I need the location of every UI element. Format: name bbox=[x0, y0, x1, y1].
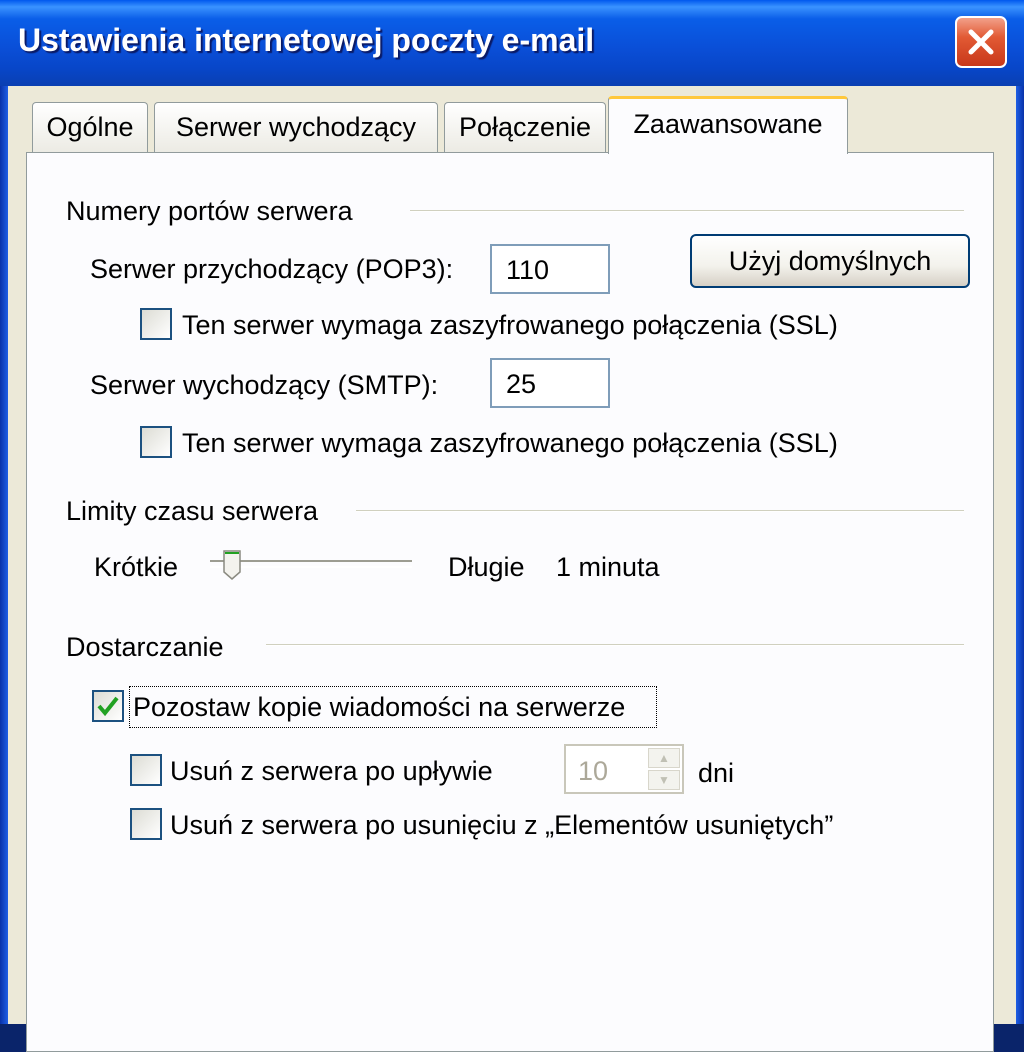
leave-copy-label[interactable]: Pozostaw kopie wiadomości na serwerze bbox=[133, 692, 625, 723]
tab-connection[interactable]: Połączenie bbox=[444, 102, 606, 152]
spin-up-icon[interactable]: ▲ bbox=[648, 748, 680, 768]
remove-after-label[interactable]: Usuń z serwera po upływie bbox=[170, 756, 493, 787]
spinner-buttons: ▲ ▼ bbox=[648, 748, 680, 790]
timeouts-section-title: Limity czasu serwera bbox=[66, 496, 319, 526]
delivery-section-title: Dostarczanie bbox=[66, 632, 224, 662]
remove-after-checkbox[interactable] bbox=[130, 754, 162, 786]
timeout-slider-thumb[interactable] bbox=[222, 550, 242, 580]
incoming-ssl-checkbox[interactable] bbox=[140, 308, 172, 340]
days-unit-label: dni bbox=[698, 758, 735, 788]
use-defaults-button[interactable]: Użyj domyślnych bbox=[690, 234, 970, 288]
ports-section-title: Numery portów serwera bbox=[66, 196, 353, 226]
close-icon bbox=[968, 29, 994, 55]
spin-down-icon[interactable]: ▼ bbox=[648, 770, 680, 790]
days-spinner-value[interactable]: 10 bbox=[578, 756, 608, 787]
dialog-window: Ustawienia internetowej poczty e-mail Og… bbox=[0, 0, 1024, 1052]
timeout-value-label: 1 minuta bbox=[556, 552, 660, 582]
slider-long-label: Długie bbox=[448, 552, 525, 582]
window-frame-right bbox=[1016, 86, 1024, 1024]
window-frame-left bbox=[0, 86, 8, 1024]
title-bar[interactable]: Ustawienia internetowej poczty e-mail bbox=[0, 0, 1024, 86]
check-mark-icon bbox=[97, 696, 119, 717]
delivery-section-divider bbox=[266, 644, 964, 646]
days-spinner[interactable]: 10 ▲ ▼ bbox=[564, 744, 684, 794]
outgoing-port-input[interactable]: 25 bbox=[490, 358, 610, 408]
outgoing-port-label: Serwer wychodzący (SMTP): bbox=[90, 370, 439, 400]
ports-section-divider bbox=[410, 210, 964, 212]
incoming-port-input[interactable]: 110 bbox=[490, 244, 610, 294]
slider-short-label: Krótkie bbox=[94, 552, 179, 582]
incoming-ssl-label[interactable]: Ten serwer wymaga zaszyfrowanego połącze… bbox=[182, 310, 838, 341]
tab-general[interactable]: Ogólne bbox=[32, 102, 148, 152]
window-title: Ustawienia internetowej poczty e-mail bbox=[18, 22, 595, 58]
incoming-port-label: Serwer przychodzący (POP3): bbox=[90, 254, 454, 284]
outgoing-ssl-checkbox[interactable] bbox=[140, 426, 172, 458]
remove-deleted-label[interactable]: Usuń z serwera po usunięciu z „Elementów… bbox=[170, 810, 833, 841]
outgoing-ssl-label[interactable]: Ten serwer wymaga zaszyfrowanego połącze… bbox=[182, 428, 838, 459]
timeouts-section-divider bbox=[356, 510, 964, 512]
remove-deleted-checkbox[interactable] bbox=[130, 808, 162, 840]
tab-outgoing-server[interactable]: Serwer wychodzący bbox=[154, 102, 438, 152]
tab-advanced[interactable]: Zaawansowane bbox=[608, 96, 848, 154]
leave-copy-checkbox[interactable] bbox=[92, 690, 124, 722]
close-button[interactable] bbox=[955, 16, 1007, 68]
